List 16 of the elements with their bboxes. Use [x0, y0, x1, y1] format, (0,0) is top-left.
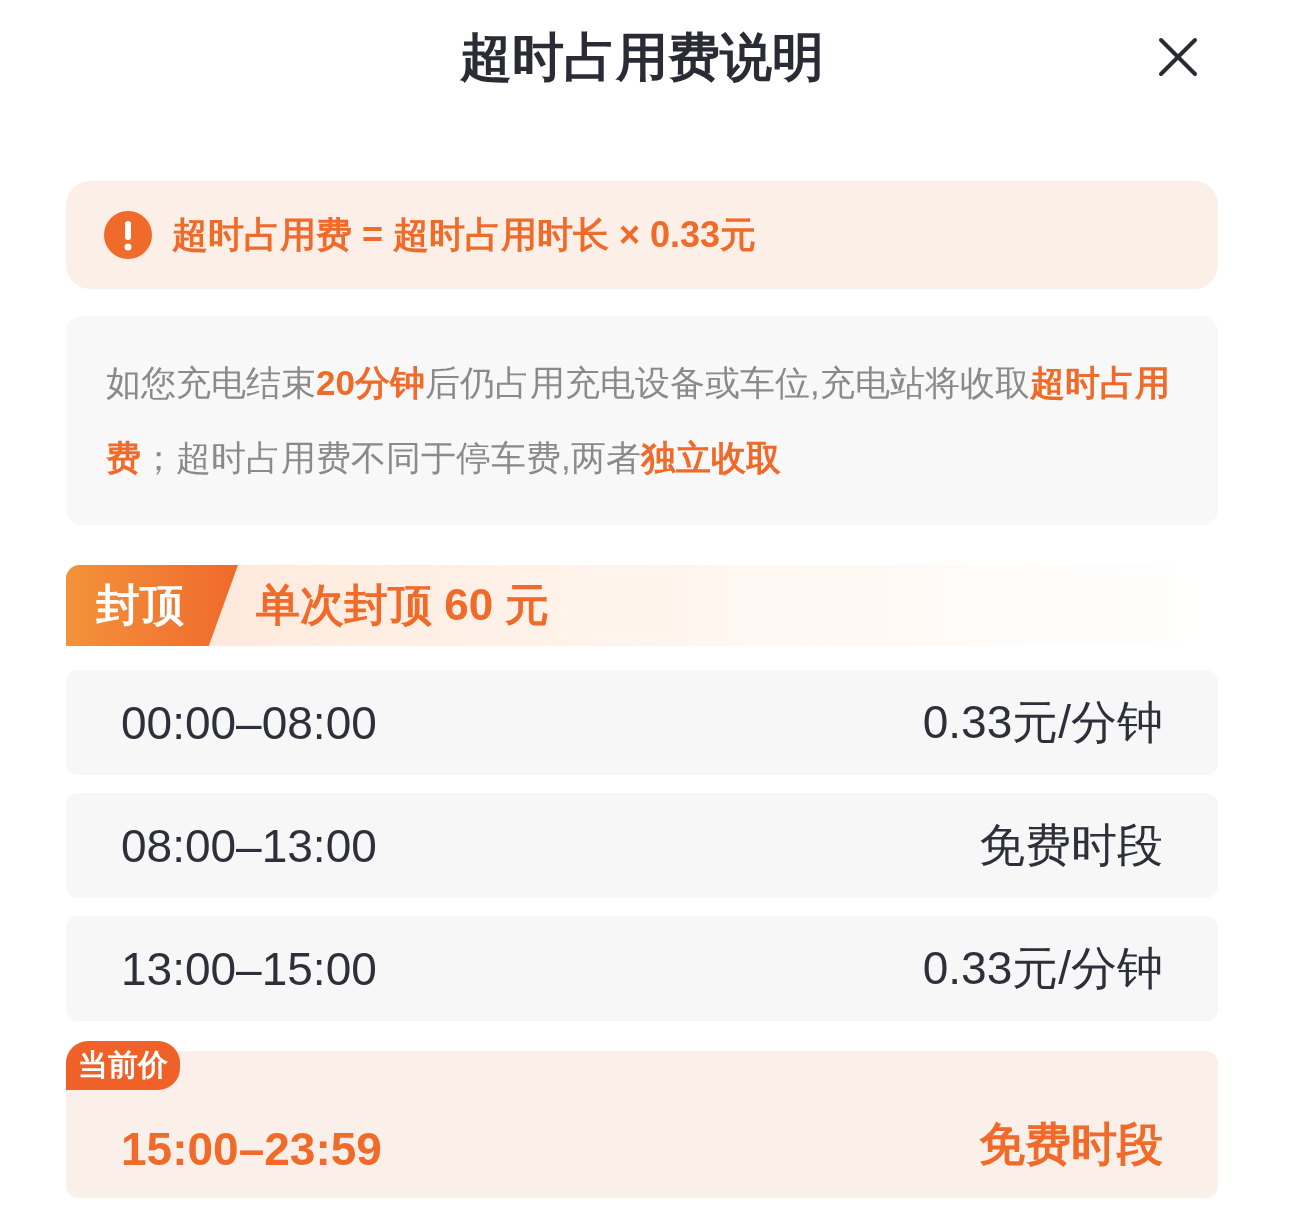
current-price-badge: 当前价: [66, 1041, 180, 1090]
formula-text: 超时占用费 = 超时占用时长 × 0.33元: [172, 212, 757, 257]
close-icon[interactable]: [1158, 37, 1198, 77]
price-text: 免费时段: [979, 1117, 1163, 1172]
time-range: 15:00–23:59: [121, 1122, 382, 1176]
time-range: 08:00–13:00: [121, 818, 377, 873]
price-text: 0.33元/分钟: [922, 940, 1163, 996]
price-text: 0.33元/分钟: [922, 694, 1163, 750]
time-range: 13:00–15:00: [121, 941, 377, 996]
description-text: 如您充电结束20分钟后仍占用充电设备或车位,充电站将收取超时占用费；超时占用费不同于停车费,两者独立收取: [66, 316, 1218, 525]
exclamation-icon: [104, 211, 152, 259]
cap-tag: 封顶: [66, 565, 238, 646]
time-range: 00:00–08:00: [121, 695, 377, 750]
cap-text: 单次封顶 60 元: [256, 579, 550, 631]
price-text: 免费时段: [979, 817, 1163, 873]
dialog-title: 超时占用费说明: [460, 27, 824, 88]
